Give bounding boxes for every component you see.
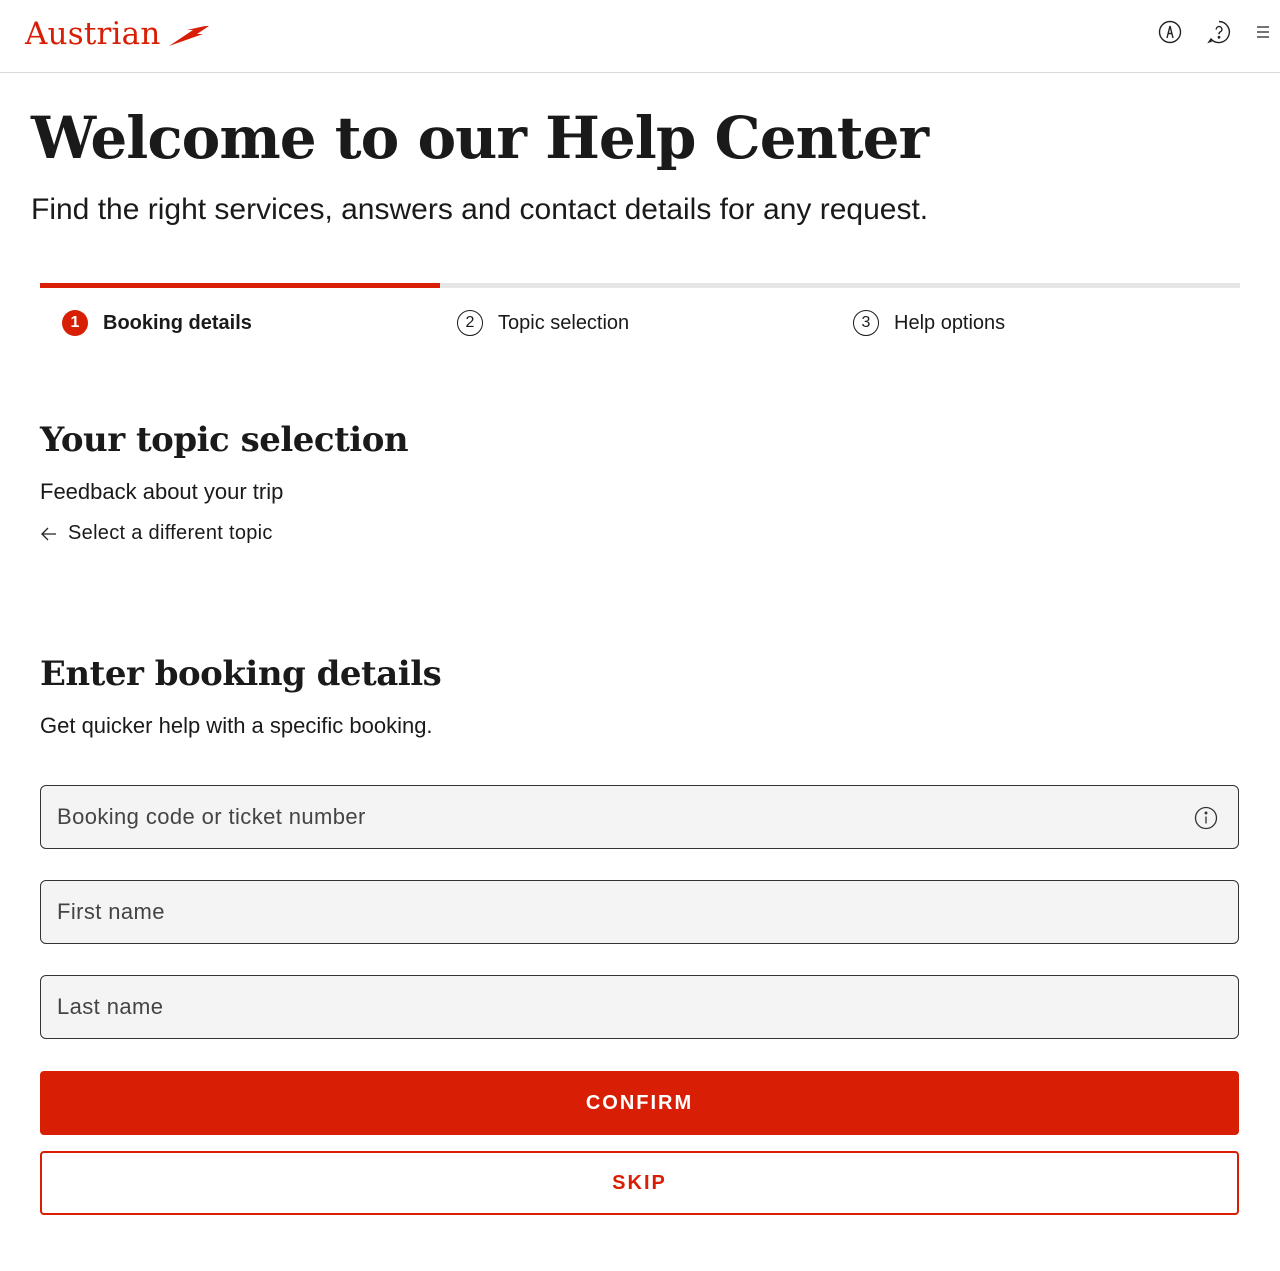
selected-topic: Feedback about your trip xyxy=(40,479,284,504)
topic-section-title: Your topic selection xyxy=(40,420,409,460)
arrow-left-icon xyxy=(41,527,56,540)
select-different-topic-link[interactable]: Select a different topic xyxy=(40,522,273,545)
last-name-input[interactable] xyxy=(41,976,1238,1038)
last-name-field xyxy=(40,975,1239,1039)
confirm-button[interactable]: CONFIRM xyxy=(40,1071,1239,1135)
step-number-circle: 2 xyxy=(457,310,483,336)
top-header: Austrian xyxy=(0,0,1280,73)
step-topic-selection[interactable]: 2 Topic selection xyxy=(457,310,629,336)
step-label: Topic selection xyxy=(498,311,630,334)
info-icon[interactable] xyxy=(1194,806,1218,830)
first-name-input[interactable] xyxy=(41,881,1238,943)
arrow-logo-icon xyxy=(168,26,209,46)
austrian-logo[interactable]: Austrian xyxy=(25,16,211,52)
booking-section-subtitle: Get quicker help with a specific booking… xyxy=(40,713,433,738)
step-help-options[interactable]: 3 Help options xyxy=(853,310,1005,336)
step-booking-details[interactable]: 1 Booking details xyxy=(62,310,252,336)
page-title: Welcome to our Help Center xyxy=(31,104,929,172)
booking-code-input[interactable] xyxy=(41,786,1238,848)
step-number-circle: 3 xyxy=(853,310,879,336)
step-number-badge: 1 xyxy=(62,310,88,336)
account-icon[interactable] xyxy=(1158,20,1182,44)
select-different-topic-label: Select a different topic xyxy=(68,522,273,544)
menu-icon[interactable] xyxy=(1250,20,1274,44)
progress-bar-fill xyxy=(40,283,440,288)
booking-code-field xyxy=(40,785,1239,849)
booking-section-title: Enter booking details xyxy=(40,654,442,694)
logo-wordmark: Austrian xyxy=(25,16,161,52)
help-icon[interactable] xyxy=(1207,20,1231,44)
skip-button[interactable]: SKIP xyxy=(40,1151,1239,1215)
progress-bar xyxy=(40,283,1240,288)
step-label: Help options xyxy=(894,311,1006,334)
step-label: Booking details xyxy=(103,311,252,334)
first-name-field xyxy=(40,880,1239,944)
page-subtitle: Find the right services, answers and con… xyxy=(31,193,929,226)
